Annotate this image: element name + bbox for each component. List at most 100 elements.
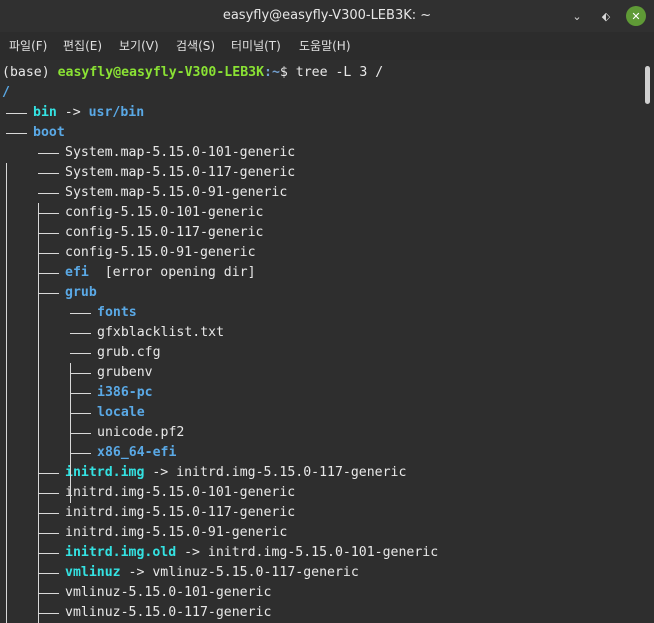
tree-connector xyxy=(38,203,39,623)
maximize-icon: ⬖ xyxy=(601,9,611,23)
tree-entry: efi [error opening dir] xyxy=(65,263,256,283)
tree-entry-name: vmlinuz-5.15.0-117-generic xyxy=(65,605,272,620)
symlink-target: usr/bin xyxy=(88,105,145,120)
tree-entry-name: vmlinuz xyxy=(65,565,121,580)
tree-entry-name: fonts xyxy=(97,305,137,320)
tree-entry: x86_64-efi xyxy=(97,443,176,463)
minimize-icon: ⌄ xyxy=(572,9,582,23)
tree-entry: locale xyxy=(97,403,145,423)
tree-branch xyxy=(70,393,91,394)
tree-entry: config-5.15.0-101-generic xyxy=(65,203,264,223)
tree-branch xyxy=(38,573,59,574)
tree-entry-name: efi xyxy=(65,265,89,280)
tree-entry: grub xyxy=(65,283,97,303)
tree-entry-name: bin xyxy=(33,105,57,120)
tree-connector xyxy=(6,163,7,623)
tree-entry: grubenv xyxy=(97,363,153,383)
prompt-path: :~ xyxy=(264,65,280,80)
tree-entry-name: unicode.pf2 xyxy=(97,425,185,440)
tree-branch xyxy=(70,333,91,334)
tree-entry: initrd.img.old -> initrd.img-5.15.0-101-… xyxy=(65,543,438,563)
tree-entry-name: System.map-5.15.0-91-generic xyxy=(65,185,288,200)
terminal-window: easyfly@easyfly-V300-LEB3K: ~ ⌄ ⬖ ✕ 파일(F… xyxy=(0,0,654,623)
tree-branch xyxy=(38,213,59,214)
tree-branch xyxy=(38,253,59,254)
tree-branch xyxy=(38,553,59,554)
tree-entry: config-5.15.0-91-generic xyxy=(65,243,256,263)
symlink-arrow: -> xyxy=(120,565,153,580)
tree-branch xyxy=(38,193,59,194)
menu-search[interactable]: 검색(S) xyxy=(176,32,215,60)
tree-branch xyxy=(38,593,59,594)
title-bar[interactable]: easyfly@easyfly-V300-LEB3K: ~ ⌄ ⬖ ✕ xyxy=(0,0,654,32)
tree-entry-name: gfxblacklist.txt xyxy=(97,325,225,340)
tree-branch xyxy=(70,313,91,314)
tree-branch xyxy=(70,453,91,454)
tree-branch xyxy=(38,273,59,274)
tree-entry: config-5.15.0-117-generic xyxy=(65,223,264,243)
maximize-button[interactable]: ⬖ xyxy=(596,6,616,26)
tree-entry: gfxblacklist.txt xyxy=(97,323,224,343)
tree-branch xyxy=(38,473,59,474)
tree-entry: bin -> usr/bin xyxy=(33,103,144,123)
tree-entry: vmlinuz-5.15.0-101-generic xyxy=(65,583,271,603)
close-icon: ✕ xyxy=(631,9,641,23)
tree-branch xyxy=(70,353,91,354)
tree-entry: initrd.img-5.15.0-101-generic xyxy=(65,483,295,503)
tree-entry: vmlinuz-5.15.0-117-generic xyxy=(65,603,271,623)
tree-entry-name: initrd.img-5.15.0-117-generic xyxy=(65,505,296,520)
tree-entry-name: initrd.img-5.15.0-91-generic xyxy=(65,525,288,540)
tree-entry: fonts xyxy=(97,303,137,323)
tree-entry: i386-pc xyxy=(97,383,153,403)
tree-entry-name: config-5.15.0-101-generic xyxy=(65,205,264,220)
prompt-env: (base) xyxy=(2,65,58,80)
tree-entry: vmlinuz -> vmlinuz-5.15.0-117-generic xyxy=(65,563,359,583)
window-title: easyfly@easyfly-V300-LEB3K: ~ xyxy=(222,8,432,23)
tree-branch xyxy=(38,173,59,174)
tree-entry-name: config-5.15.0-117-generic xyxy=(65,225,264,240)
minimize-button[interactable]: ⌄ xyxy=(567,6,587,26)
tree-branch xyxy=(38,293,59,294)
tree-entry: initrd.img-5.15.0-91-generic xyxy=(65,523,287,543)
tree-root: / xyxy=(2,85,10,100)
terminal-output[interactable]: (base) easyfly@easyfly-V300-LEB3K:~$ tre… xyxy=(0,60,642,623)
tree-branch xyxy=(38,233,59,234)
prompt-symbol: $ xyxy=(279,65,296,80)
tree-entry-name: vmlinuz-5.15.0-101-generic xyxy=(65,585,272,600)
tree-entry: System.map-5.15.0-101-generic xyxy=(65,143,295,163)
tree-entry: initrd.img -> initrd.img-5.15.0-117-gene… xyxy=(65,463,406,483)
tree-branch xyxy=(38,153,59,154)
close-button[interactable]: ✕ xyxy=(626,6,646,26)
menu-edit[interactable]: 편집(E) xyxy=(63,32,102,60)
error-note: [error opening dir] xyxy=(88,265,256,280)
tree-entry-name: config-5.15.0-91-generic xyxy=(65,245,256,260)
menu-help[interactable]: 도움말(H) xyxy=(299,32,351,60)
tree-entry-name: boot xyxy=(33,125,65,140)
prompt-user: easyfly@easyfly-V300-LEB3K xyxy=(57,65,265,80)
tree-entry: System.map-5.15.0-117-generic xyxy=(65,163,295,183)
tree-branch xyxy=(38,613,59,614)
menu-view[interactable]: 보기(V) xyxy=(119,32,159,60)
tree-entry: unicode.pf2 xyxy=(97,423,184,443)
prompt-command: tree -L 3 / xyxy=(295,65,384,80)
prompt-line: (base) easyfly@easyfly-V300-LEB3K:~$ tre… xyxy=(2,63,383,83)
menu-bar: 파일(F) 편집(E) 보기(V) 검색(S) 터미널(T) 도움말(H) xyxy=(0,32,654,60)
tree-entry-name: initrd.img-5.15.0-101-generic xyxy=(65,485,296,500)
scrollbar-thumb[interactable] xyxy=(645,66,650,104)
menu-file[interactable]: 파일(F) xyxy=(9,32,47,60)
symlink-arrow: -> xyxy=(56,105,89,120)
tree-entry-name: grub xyxy=(65,285,97,300)
tree-entry-name: System.map-5.15.0-117-generic xyxy=(65,165,296,180)
tree-branch xyxy=(70,373,91,374)
tree-entry-name: initrd.img xyxy=(65,465,145,480)
symlink-target: initrd.img-5.15.0-101-generic xyxy=(207,545,439,560)
scrollbar[interactable] xyxy=(642,60,654,623)
tree-branch xyxy=(38,513,59,514)
tree-connector xyxy=(70,363,71,503)
menu-terminal[interactable]: 터미널(T) xyxy=(231,32,281,60)
tree-entry-name: i386-pc xyxy=(97,385,153,400)
tree-branch xyxy=(6,113,27,114)
tree-entry: boot xyxy=(33,123,65,143)
symlink-arrow: -> xyxy=(144,465,177,480)
tree-branch xyxy=(38,533,59,534)
